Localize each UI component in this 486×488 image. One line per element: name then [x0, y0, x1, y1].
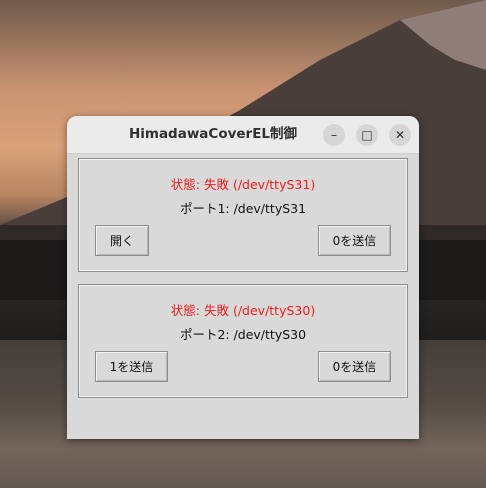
port1-panel: 状態: 失敗 (/dev/ttyS31) ポート1: /dev/ttyS31 開…	[78, 158, 408, 272]
port1-send-0-button[interactable]: 0を送信	[318, 225, 391, 256]
port2-send-0-button[interactable]: 0を送信	[318, 351, 391, 382]
open-port-button[interactable]: 開く	[95, 225, 149, 256]
port2-send-1-button[interactable]: 1を送信	[95, 351, 168, 382]
app-window: HimadawaCoverEL制御 – □ ✕ 状態: 失敗 (/dev/tty…	[67, 116, 419, 439]
minimize-icon[interactable]: –	[323, 124, 345, 146]
port1-status: 状態: 失敗 (/dev/ttyS31)	[170, 177, 316, 192]
close-icon[interactable]: ✕	[389, 124, 411, 146]
maximize-icon[interactable]: □	[356, 124, 378, 146]
window-title: HimadawaCoverEL制御	[128, 126, 298, 142]
port2-status: 状態: 失敗 (/dev/ttyS30)	[170, 303, 316, 318]
port1-label: ポート1: /dev/ttyS31	[179, 201, 307, 216]
port2-panel: 状態: 失敗 (/dev/ttyS30) ポート2: /dev/ttyS30 1…	[78, 284, 408, 398]
port2-label: ポート2: /dev/ttyS30	[179, 327, 307, 342]
title-bar[interactable]: HimadawaCoverEL制御 – □ ✕	[67, 116, 419, 154]
